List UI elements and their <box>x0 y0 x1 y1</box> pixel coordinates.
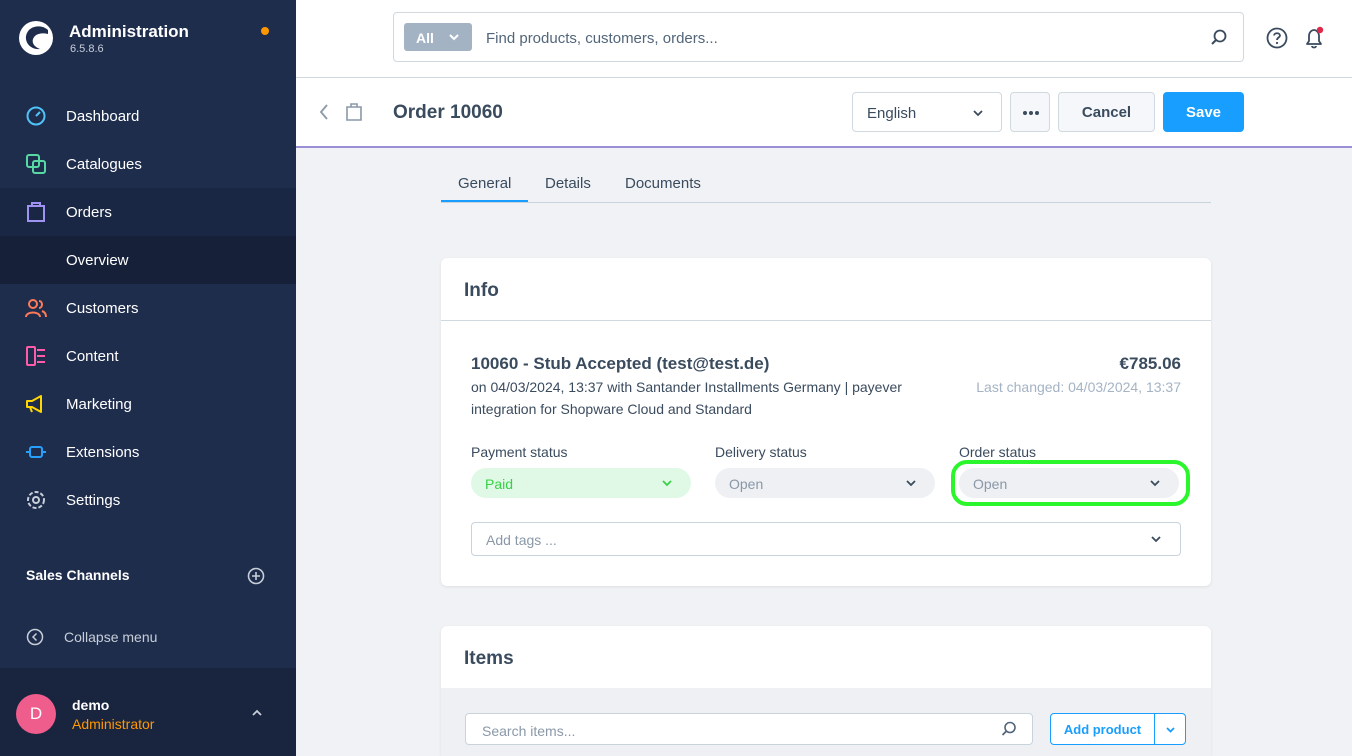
help-icon[interactable] <box>1266 27 1288 49</box>
items-search-input[interactable]: Search items... <box>465 713 1033 745</box>
user-menu[interactable]: D demo Administrator <box>0 668 296 756</box>
order-status-highlight <box>951 460 1190 506</box>
payment-status-value: Paid <box>485 476 514 492</box>
orders-icon <box>27 202 45 222</box>
tags-placeholder: Add tags ... <box>486 532 557 548</box>
add-sales-channel-icon[interactable] <box>247 567 265 585</box>
sidebar-item-label: Settings <box>66 492 121 509</box>
catalogue-icon <box>26 154 46 174</box>
divider <box>441 320 1211 321</box>
sidebar-item-orders[interactable]: Orders <box>0 188 296 236</box>
smart-bar: Order 10060 English Cancel Save <box>296 78 1352 148</box>
delivery-status-select[interactable]: Open <box>715 468 935 498</box>
sidebar-item-label: Orders <box>66 204 112 221</box>
tab-bar: General Details Documents <box>441 166 1211 203</box>
search-icon <box>1001 721 1016 736</box>
last-changed: Last changed: 04/03/2024, 13:37 <box>976 379 1181 395</box>
global-search: All <box>393 12 1244 62</box>
chevron-down-icon <box>906 480 916 487</box>
sidebar-item-label: Extensions <box>66 444 140 461</box>
page-title: Order 10060 <box>393 102 503 123</box>
chevron-left-circle-icon <box>26 628 44 646</box>
add-product-menu-button[interactable] <box>1154 713 1186 745</box>
sidebar-item-label: Catalogues <box>66 156 142 173</box>
language-select[interactable]: English <box>852 92 1002 132</box>
sidebar-item-customers[interactable]: Customers <box>0 284 296 332</box>
order-summary-description: on 04/03/2024, 13:37 with Santander Inst… <box>471 379 902 395</box>
search-input[interactable] <box>486 27 1186 49</box>
dashboard-icon <box>26 106 46 126</box>
notification-dot <box>261 27 269 35</box>
user-role: Administrator <box>72 716 155 732</box>
chevron-down-icon <box>1151 536 1161 543</box>
add-product-button[interactable]: Add product <box>1050 713 1155 745</box>
tab-documents[interactable]: Documents <box>625 175 701 192</box>
items-search-placeholder: Search items... <box>482 723 576 739</box>
extensions-icon <box>26 446 46 458</box>
customers-icon <box>25 299 47 318</box>
sidebar-item-label: Customers <box>66 300 139 317</box>
order-status-label: Order status <box>959 444 1037 460</box>
tab-details[interactable]: Details <box>545 175 591 192</box>
search-type-select[interactable]: All <box>404 23 472 51</box>
back-arrow-icon[interactable] <box>318 103 330 121</box>
order-summary-description-cont: integration for Shopware Cloud and Stand… <box>471 401 752 417</box>
order-amount: €785.06 <box>1119 354 1181 373</box>
payment-status-label: Payment status <box>471 444 568 460</box>
sidebar-item-label: Marketing <box>66 396 132 413</box>
search-type-label: All <box>416 30 434 46</box>
sidebar-subitem-label: Overview <box>66 252 129 269</box>
shopware-logo-icon <box>19 21 53 55</box>
chevron-down-icon <box>973 110 983 117</box>
collapse-menu-button[interactable]: Collapse menu <box>26 626 286 650</box>
save-button[interactable]: Save <box>1163 92 1244 132</box>
payment-status-select[interactable]: Paid <box>471 468 691 498</box>
info-card-title: Info <box>464 280 499 301</box>
avatar: D <box>16 694 56 734</box>
user-name: demo <box>72 697 110 713</box>
search-icon[interactable] <box>1209 28 1229 48</box>
sidebar-item-dashboard[interactable]: Dashboard <box>0 92 296 140</box>
chevron-down-icon <box>449 34 459 41</box>
items-card: Items Search items... Add product <box>441 626 1211 756</box>
sidebar-item-label: Content <box>66 348 119 365</box>
cancel-button[interactable]: Cancel <box>1058 92 1155 132</box>
collapse-menu-label: Collapse menu <box>64 629 158 645</box>
chevron-down-icon <box>1166 727 1175 733</box>
more-actions-button[interactable] <box>1010 92 1050 132</box>
content-icon <box>26 346 45 366</box>
delivery-status-value: Open <box>729 476 764 492</box>
top-bar: All <box>296 0 1352 78</box>
sidebar: Administration 6.5.8.6 Dashboard Catalog… <box>0 0 296 756</box>
delivery-status-label: Delivery status <box>715 444 807 460</box>
sidebar-item-label: Dashboard <box>66 108 140 125</box>
tab-general[interactable]: General <box>458 175 511 192</box>
sidebar-item-marketing[interactable]: Marketing <box>0 380 296 428</box>
items-toolbar: Search items... Add product <box>441 688 1211 756</box>
order-summary-title: 10060 - Stub Accepted (test@test.de) <box>471 354 770 373</box>
app-version: 6.5.8.6 <box>70 43 104 55</box>
marketing-icon <box>26 395 42 413</box>
settings-icon <box>27 491 45 509</box>
order-bag-icon <box>346 103 362 121</box>
more-dots-icon <box>1023 111 1039 115</box>
language-select-value: English <box>867 105 917 122</box>
chevron-up-icon <box>252 709 262 716</box>
items-card-title: Items <box>464 648 514 669</box>
app-title: Administration <box>69 22 189 41</box>
chevron-down-icon <box>662 480 672 487</box>
sales-channels-title: Sales Channels <box>26 567 130 583</box>
sidebar-item-settings[interactable]: Settings <box>0 476 296 524</box>
info-card: Info 10060 - Stub Accepted (test@test.de… <box>441 258 1211 586</box>
brand-header: Administration 6.5.8.6 <box>0 0 296 78</box>
sidebar-item-content[interactable]: Content <box>0 332 296 380</box>
notification-bell-icon[interactable] <box>1302 26 1326 50</box>
sidebar-item-extensions[interactable]: Extensions <box>0 428 296 476</box>
active-tab-indicator <box>441 200 528 202</box>
sidebar-subitem-overview[interactable]: Overview <box>0 236 296 284</box>
sidebar-item-catalogues[interactable]: Catalogues <box>0 140 296 188</box>
tags-input[interactable]: Add tags ... <box>471 522 1181 556</box>
